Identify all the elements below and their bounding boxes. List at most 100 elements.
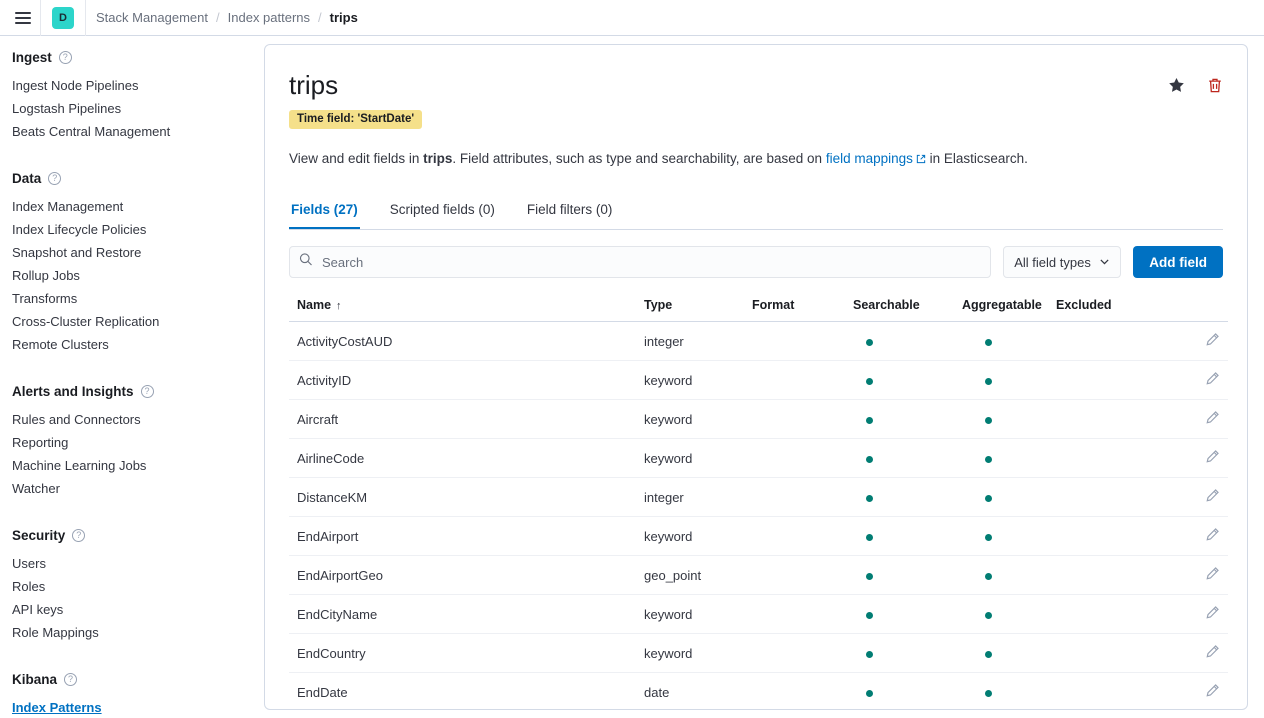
searchable-dot-icon	[866, 377, 873, 385]
sidebar-item-remote-clusters[interactable]: Remote Clusters	[0, 333, 264, 356]
help-circle-icon[interactable]: ?	[64, 673, 78, 686]
cell-field-type: keyword	[644, 438, 752, 478]
pencil-icon[interactable]	[1205, 371, 1220, 389]
chevron-down-icon	[1099, 255, 1110, 270]
pencil-icon[interactable]	[1205, 449, 1220, 467]
cell-field-name: EndDate	[289, 672, 644, 709]
breadcrumb-item-stack-management[interactable]: Stack Management	[96, 10, 208, 25]
sidebar-item-rules-and-connectors[interactable]: Rules and Connectors	[0, 408, 264, 431]
help-circle-icon[interactable]: ?	[58, 51, 72, 64]
cell-searchable	[853, 516, 962, 556]
aggregatable-dot-icon	[985, 650, 992, 658]
breadcrumb-item-index-patterns[interactable]: Index patterns	[228, 10, 310, 25]
breadcrumb-separator: /	[216, 10, 220, 25]
pencil-icon[interactable]	[1205, 566, 1220, 584]
column-header-format[interactable]: Format	[752, 298, 853, 322]
sidebar-item-index-management[interactable]: Index Management	[0, 195, 264, 218]
column-header-searchable[interactable]: Searchable	[853, 298, 962, 322]
cell-excluded	[1056, 555, 1148, 595]
panel-header-actions	[1168, 69, 1223, 94]
pencil-icon[interactable]	[1205, 683, 1220, 701]
cell-excluded	[1056, 477, 1148, 517]
panel-description: View and edit fields in trips. Field att…	[289, 149, 1223, 170]
table-row: EndAirportGeo geo_point	[289, 555, 1228, 595]
table-row: AirlineCode keyword	[289, 438, 1228, 478]
cell-excluded	[1056, 516, 1148, 556]
fields-table-head: Name ↑ Type Format Searchable Aggregatabl…	[289, 298, 1228, 322]
cell-field-format	[752, 672, 853, 709]
sidebar-item-index-lifecycle-policies[interactable]: Index Lifecycle Policies	[0, 218, 264, 241]
page-title: trips	[289, 70, 339, 100]
tab-fields[interactable]: Fields (27)	[289, 196, 360, 229]
searchable-dot-icon	[866, 650, 873, 658]
help-circle-icon[interactable]: ?	[48, 172, 62, 185]
cell-searchable	[853, 438, 962, 478]
help-circle-icon[interactable]: ?	[72, 529, 86, 542]
field-type-filter-dropdown[interactable]: All field types	[1003, 246, 1122, 278]
sidebar-item-ingest-node-pipelines[interactable]: Ingest Node Pipelines	[0, 74, 264, 97]
breadcrumb-separator-2: /	[318, 10, 322, 25]
help-circle-icon[interactable]: ?	[140, 385, 154, 398]
column-header-aggregatable[interactable]: Aggregatable	[962, 298, 1056, 322]
cell-aggregatable	[962, 594, 1056, 634]
cell-field-format	[752, 477, 853, 517]
cell-aggregatable	[962, 360, 1056, 400]
sidebar-item-api-keys[interactable]: API keys	[0, 598, 264, 621]
sidebar-item-role-mappings[interactable]: Role Mappings	[0, 621, 264, 644]
sidebar-group-title-ingest: Ingest ?	[0, 50, 264, 65]
sidebar-item-users[interactable]: Users	[0, 552, 264, 575]
description-index-name: trips	[423, 151, 453, 166]
aggregatable-dot-icon	[985, 572, 992, 580]
sidebar-item-snapshot-and-restore[interactable]: Snapshot and Restore	[0, 241, 264, 264]
pencil-icon[interactable]	[1205, 410, 1220, 428]
column-header-type[interactable]: Type	[644, 298, 752, 322]
aggregatable-dot-icon	[985, 377, 992, 385]
hamburger-menu-icon[interactable]	[6, 0, 40, 36]
star-icon[interactable]	[1168, 77, 1185, 94]
cell-field-format	[752, 360, 853, 400]
cell-aggregatable	[962, 555, 1056, 595]
add-field-button[interactable]: Add field	[1133, 246, 1223, 278]
sidebar-item-logstash-pipelines[interactable]: Logstash Pipelines	[0, 97, 264, 120]
space-avatar[interactable]: D	[52, 6, 74, 29]
cell-field-format	[752, 555, 853, 595]
cell-field-type: keyword	[644, 399, 752, 439]
sidebar-item-reporting[interactable]: Reporting	[0, 431, 264, 454]
tab-field-filters[interactable]: Field filters (0)	[525, 196, 615, 229]
sidebar-group-kibana: Kibana ? Index Patterns Saved Objects Ta…	[0, 672, 264, 718]
sidebar-item-roles[interactable]: Roles	[0, 575, 264, 598]
sidebar-item-cross-cluster-replication[interactable]: Cross-Cluster Replication	[0, 310, 264, 333]
aggregatable-dot-icon	[985, 455, 992, 463]
pencil-icon[interactable]	[1205, 605, 1220, 623]
pencil-icon[interactable]	[1205, 644, 1220, 662]
cell-aggregatable	[962, 438, 1056, 478]
cell-field-name: DistanceKM	[289, 477, 644, 517]
cell-aggregatable	[962, 633, 1056, 673]
cell-excluded	[1056, 360, 1148, 400]
panel-header: trips Time field: 'StartDate'	[289, 69, 1223, 129]
column-header-excluded[interactable]: Excluded	[1056, 298, 1148, 322]
cell-field-name: ActivityCostAUD	[289, 321, 644, 361]
sidebar-item-machine-learning-jobs[interactable]: Machine Learning Jobs	[0, 454, 264, 477]
searchable-dot-icon	[866, 533, 873, 541]
cell-field-name: EndCityName	[289, 594, 644, 634]
aggregatable-dot-icon	[985, 338, 992, 346]
column-header-name[interactable]: Name ↑	[289, 298, 644, 322]
pencil-icon[interactable]	[1205, 527, 1220, 545]
cell-searchable	[853, 321, 962, 361]
sidebar-item-beats-central-management[interactable]: Beats Central Management	[0, 120, 264, 143]
pencil-icon[interactable]	[1205, 488, 1220, 506]
search-input[interactable]	[289, 246, 992, 278]
sidebar-item-watcher[interactable]: Watcher	[0, 477, 264, 500]
tab-scripted-fields[interactable]: Scripted fields (0)	[388, 196, 497, 229]
sidebar-item-rollup-jobs[interactable]: Rollup Jobs	[0, 264, 264, 287]
cell-aggregatable	[962, 321, 1056, 361]
field-mappings-link[interactable]: field mappings	[826, 151, 913, 166]
trash-icon[interactable]	[1207, 77, 1223, 94]
cell-searchable	[853, 360, 962, 400]
pencil-icon[interactable]	[1205, 332, 1220, 350]
sidebar-item-transforms[interactable]: Transforms	[0, 287, 264, 310]
cell-field-name: Aircraft	[289, 399, 644, 439]
sidebar-item-index-patterns[interactable]: Index Patterns	[0, 696, 264, 718]
cell-field-format	[752, 321, 853, 361]
